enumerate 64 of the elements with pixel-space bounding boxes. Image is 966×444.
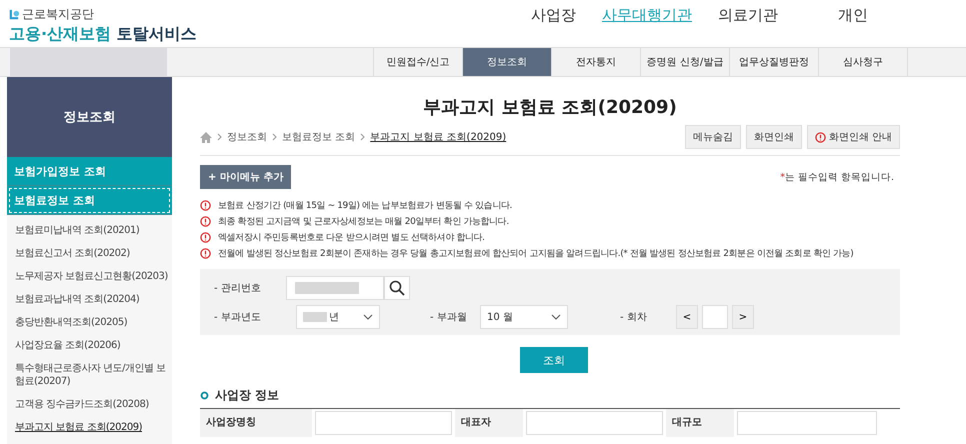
field-label: - 관리번호	[214, 282, 262, 295]
bullet-icon	[200, 391, 209, 400]
year-select[interactable]: 년	[296, 305, 380, 329]
management-number-field[interactable]	[286, 276, 384, 300]
next-button[interactable]: >	[732, 305, 754, 329]
caret-icon	[551, 314, 561, 320]
alert-icon	[200, 200, 211, 211]
home-icon[interactable]	[200, 132, 212, 142]
chevron-icon	[272, 133, 277, 141]
sidebar-item[interactable]: 보험료미납내역 조회(20201)	[15, 219, 172, 242]
field-label: - 회차	[620, 311, 648, 324]
breadcrumb-link[interactable]: 보험료정보 조회	[282, 130, 356, 144]
tool-button[interactable]: 메뉴숨김	[684, 125, 741, 149]
table-header-cell: 대표자	[455, 409, 523, 437]
caret-icon	[363, 314, 373, 320]
input-field[interactable]	[737, 411, 877, 435]
logo-icon	[9, 9, 20, 20]
user-type-link[interactable]: 사업장	[531, 6, 576, 47]
input-field[interactable]	[526, 411, 663, 435]
main-menu-tab[interactable]: 정보조회	[462, 48, 551, 76]
sidebar-item[interactable]: 충당반환내역조회(20205)	[15, 311, 172, 334]
tool-button[interactable]: 화면인쇄	[746, 125, 802, 149]
breadcrumb-link[interactable]: 부과고지 보험료 조회(20209)	[370, 130, 506, 144]
sidebar-title: 정보조회	[7, 77, 172, 157]
breadcrumb-link[interactable]: 정보조회	[227, 130, 267, 144]
input-field[interactable]	[315, 411, 452, 435]
add-my-menu-button[interactable]: + 마이메뉴 추가	[200, 165, 292, 189]
alert-icon	[814, 132, 826, 142]
main-menu-tab[interactable]: 증명원 신청/발급	[640, 48, 729, 76]
month-select[interactable]: 10 월	[480, 305, 568, 329]
sidebar-item[interactable]: 고객용 징수금카드조회(20208)	[15, 393, 172, 416]
table-header-cell: 사업장명칭	[200, 409, 312, 437]
main-menu-tab[interactable]: 전자통지	[551, 48, 640, 76]
field-label: - 부과년도	[214, 311, 262, 324]
table-header-cell: 대규모	[666, 409, 734, 437]
print-guide-button[interactable]: 화면인쇄 안내	[806, 125, 900, 149]
section-title: 사업장 정보	[215, 387, 280, 404]
sidebar-item[interactable]: 노무제공자 보험료신고현황(20203)	[15, 265, 172, 288]
notice-text: 전월에 발생된 정산보험료 2회분이 존재하는 경우 당월 총고지보험료에 합산되어 고지됨을 알려드립니다.(* 전월 발생된 정산보험료 2회분은 이전월 조회로 확인 가능)	[218, 248, 854, 260]
page-title: 부과고지 보험료 조회(20209)	[422, 96, 678, 119]
sidebar-item[interactable]: 부과고지 보험료 조회(20209)	[15, 416, 172, 439]
sidebar-item[interactable]: 사업장요율 조회(20206)	[15, 334, 172, 357]
alert-icon	[200, 232, 211, 243]
sidebar-item[interactable]: 보험료과납내역 조회(20204)	[15, 288, 172, 311]
notice-text: 엑셀저장시 주민등록번호로 다운 받으시려면 별도 선택하셔야 합니다.	[218, 232, 485, 244]
field-label: - 부과월	[430, 311, 468, 324]
user-type-link[interactable]: 개인	[838, 6, 868, 47]
user-type-link[interactable]: 의료기관	[718, 6, 778, 47]
alert-icon	[200, 216, 211, 227]
notice-text: 최종 확정된 고지금액 및 근로자상세정보는 매월 20일부터 확인 가능합니다.	[218, 216, 509, 228]
org-name: 근로복지공단	[22, 6, 94, 23]
notice-text: 보험료 산정기간 (매월 15일 ~ 19일) 에는 납부보험료가 변동될 수 있습니다.	[218, 200, 512, 212]
required-note: *는 필수입력 항목입니다.	[780, 170, 895, 184]
previous-button[interactable]: <	[676, 305, 698, 329]
alert-icon	[200, 248, 211, 259]
search-button[interactable]	[384, 276, 410, 300]
service-name[interactable]: 고용·산재보험 토탈서비스	[9, 24, 197, 45]
sidebar-item[interactable]: 특수형태근로종사자 년도/개인별 보험료(20207)	[15, 357, 172, 393]
chevron-icon	[360, 133, 366, 141]
main-menu-tab[interactable]: 업무상질병판정	[729, 48, 818, 76]
chevron-icon	[217, 133, 222, 141]
sidebar-item[interactable]: 보험료신고서 조회(20202)	[15, 242, 172, 265]
round-input[interactable]	[702, 305, 728, 329]
main-menu-tab[interactable]: 심사청구	[818, 48, 907, 76]
